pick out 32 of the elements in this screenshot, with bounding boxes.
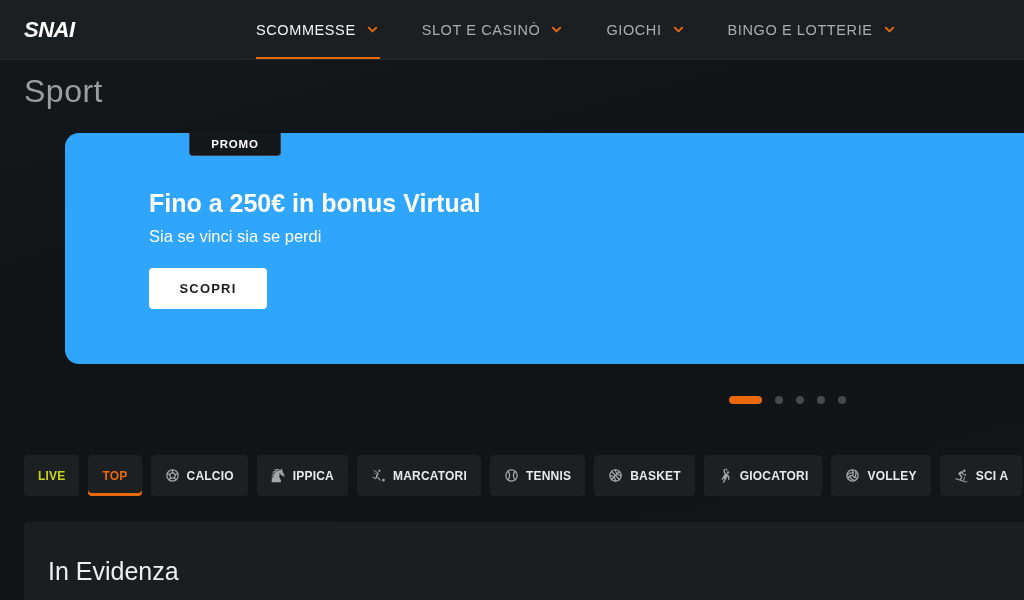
carousel-dot[interactable] <box>796 396 804 404</box>
discover-button[interactable]: SCOPRI <box>149 268 267 309</box>
logo[interactable]: SNAI <box>24 17 75 42</box>
sport-tab[interactable]: SCI A <box>939 455 1023 496</box>
sport-tab[interactable]: IPPICA <box>256 455 348 496</box>
basketball-icon <box>608 468 624 483</box>
sport-tab[interactable]: VOLLEY <box>831 455 931 496</box>
banner-subtitle: Sia se vinci sia se perdi <box>149 226 322 247</box>
sport-tab[interactable]: LIVE <box>24 455 80 496</box>
nav-item[interactable]: BINGO E LOTTERIE <box>727 0 897 59</box>
sport-tab[interactable]: BASKET <box>594 455 695 496</box>
nav-item[interactable]: SLOT E CASINÒ <box>421 0 565 59</box>
sport-tab[interactable]: CALCIO <box>150 455 248 496</box>
volleyball-icon <box>845 468 861 483</box>
nav-item[interactable]: GIOCHI <box>606 0 686 59</box>
carousel-dot[interactable] <box>775 396 783 404</box>
sport-tab[interactable]: GIOCATORI <box>703 455 823 496</box>
section-title: In Evidenza <box>48 556 179 587</box>
nav-item[interactable]: SCOMMESSE <box>256 0 380 59</box>
sport-tab[interactable]: MARCATORI <box>356 455 481 496</box>
carousel-dot[interactable] <box>817 396 825 404</box>
horse-head-icon <box>270 468 286 483</box>
carousel-dot[interactable] <box>838 396 846 404</box>
page-title: Sport <box>24 72 103 110</box>
sport-tab[interactable]: TENNIS <box>490 455 586 496</box>
promo-badge: PROMO <box>189 133 281 156</box>
banner-title: Fino a 250€ in bonus Virtual <box>149 188 481 219</box>
sport-tab[interactable]: TOP <box>88 455 142 496</box>
kicking-player-icon <box>370 468 386 483</box>
skier-icon <box>953 468 969 483</box>
soccer-ball-icon <box>164 468 180 483</box>
tennis-ball-icon <box>504 468 519 483</box>
